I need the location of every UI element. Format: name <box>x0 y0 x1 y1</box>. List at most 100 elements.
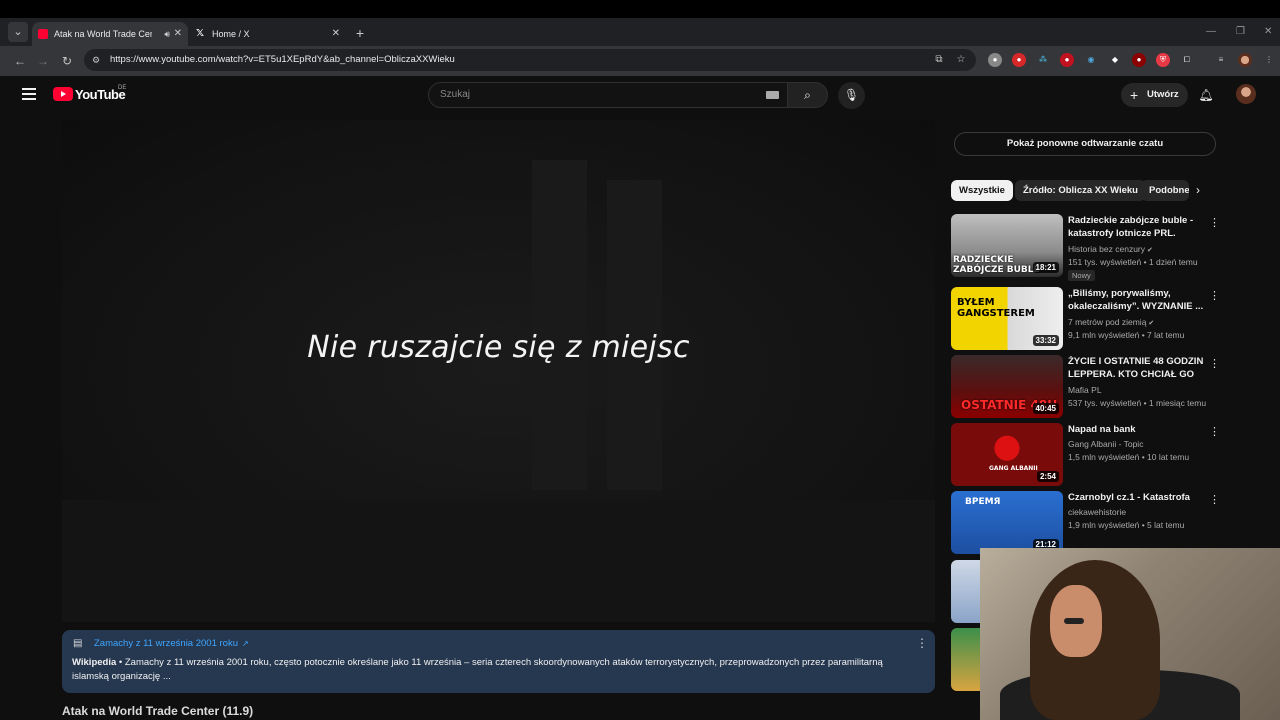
video-stats: 1,9 mln wyświetleń • 5 lat temu <box>1068 520 1185 530</box>
channel-name[interactable]: 7 metrów pod ziemią ✔ <box>1068 317 1154 327</box>
video-thumbnail[interactable] <box>951 560 981 623</box>
video-title[interactable]: Radzieckie zabójcze buble - katastrofy l… <box>1068 214 1204 240</box>
background-silhouette <box>62 500 935 622</box>
background-silhouette <box>532 160 587 490</box>
info-card-link[interactable]: Zamachy z 11 września 2001 roku ↗ <box>94 638 249 649</box>
video-thumbnail[interactable]: ВРЕМЯ 21:12 <box>951 491 1063 554</box>
list-item[interactable]: ВРЕМЯ 21:12 Czarnobyl cz.1 - Katastrofa … <box>951 491 1221 555</box>
extension-icon[interactable]: ● <box>1132 53 1146 67</box>
bookmark-star-icon[interactable]: ☆ <box>954 53 968 67</box>
video-thumbnail[interactable] <box>951 628 981 691</box>
search-icon: ⌕ <box>804 88 811 102</box>
list-item[interactable]: RADZIECKIE ZABÓJCZE BUBLE 18:21 Radzieck… <box>951 214 1221 281</box>
new-tab-icon[interactable]: + <box>352 24 368 42</box>
verified-icon: ✔ <box>1148 320 1155 327</box>
new-badge: Nowy <box>1068 270 1095 281</box>
search-button[interactable]: ⌕ <box>788 82 828 108</box>
close-tab-icon[interactable]: ✕ <box>174 22 182 46</box>
restore-icon[interactable]: ❐ <box>1236 26 1245 37</box>
duration-badge: 18:21 <box>1032 262 1059 273</box>
minimize-icon[interactable]: — <box>1206 26 1216 37</box>
shield-icon[interactable]: ⛨ <box>1156 53 1170 67</box>
chip-all[interactable]: Wszystkie <box>951 180 1013 201</box>
chip-similar[interactable]: Podobne <box>1141 180 1189 201</box>
video-player[interactable] <box>62 120 935 622</box>
extension-icon[interactable]: ◆ <box>1108 53 1122 67</box>
close-tab-icon[interactable]: ✕ <box>332 22 340 46</box>
extension-icon[interactable]: ● <box>988 53 1002 67</box>
thumbnail-caption: GANG ALBANII <box>989 465 1038 472</box>
list-item[interactable]: GANG ALBANII 2:54 Napad na bank Gang Alb… <box>951 423 1221 487</box>
browser-menu-icon[interactable]: ⋮ <box>1262 53 1276 67</box>
channel-name[interactable]: Mafia PL <box>1068 385 1102 395</box>
channel-name[interactable]: Gang Albanii - Topic <box>1068 439 1143 449</box>
channel-label[interactable]: 7 metrów pod ziemią <box>1068 317 1146 327</box>
back-icon[interactable]: ← <box>11 52 29 70</box>
more-options-icon[interactable]: ⋮ <box>916 636 928 650</box>
video-title[interactable]: Czarnobyl cz.1 - Katastrofa <box>1068 491 1204 504</box>
youtube-logo-icon[interactable] <box>53 87 73 101</box>
article-icon: ▤ <box>73 638 83 649</box>
more-options-icon[interactable]: ⋮ <box>1209 289 1220 302</box>
channel-label[interactable]: Historia bez cenzury <box>1068 244 1145 254</box>
profile-icon[interactable] <box>1238 53 1252 67</box>
duration-badge: 2:54 <box>1036 471 1059 482</box>
url-text[interactable]: https://www.youtube.com/watch?v=ET5u1XEp… <box>110 52 455 68</box>
list-item[interactable]: BYŁEM GANGSTEREM 33:32 „Biliśmy, porywal… <box>951 287 1221 351</box>
show-chat-replay-button[interactable]: Pokaż ponowne odtwarzanie czatu <box>954 132 1216 156</box>
extension-icon[interactable]: ● <box>1012 53 1026 67</box>
tab-search-icon[interactable]: ⌄ <box>8 22 28 42</box>
info-link-text[interactable]: Zamachy z 11 września 2001 roku <box>94 638 238 649</box>
reload-icon[interactable]: ↻ <box>58 52 76 70</box>
video-title[interactable]: Napad na bank <box>1068 423 1204 436</box>
extension-icon[interactable]: ● <box>1060 53 1074 67</box>
notifications-bell-icon[interactable]: 🔔︎ <box>1197 86 1215 104</box>
video-title[interactable]: „Biliśmy, porywaliśmy, okaleczaliśmy”. W… <box>1068 287 1204 313</box>
install-app-icon[interactable]: ⧉ <box>932 53 946 67</box>
create-button[interactable]: + Utwórz <box>1121 83 1188 107</box>
tab-title: Home / X <box>212 29 250 39</box>
site-info-icon[interactable]: ⚙ <box>92 54 104 66</box>
video-stats: 1,5 mln wyświetleń • 10 lat temu <box>1068 452 1190 462</box>
avatar[interactable] <box>1236 84 1256 104</box>
guide-menu-icon[interactable] <box>22 88 36 100</box>
video-title: Atak na World Trade Center (11.9) <box>62 704 254 718</box>
video-thumbnail[interactable]: BYŁEM GANGSTEREM 33:32 <box>951 287 1063 350</box>
chevron-right-icon[interactable]: › <box>1196 183 1200 197</box>
video-thumbnail[interactable]: OSTATNIE 48H 40:45 <box>951 355 1063 418</box>
video-thumbnail[interactable]: GANG ALBANII 2:54 <box>951 423 1063 486</box>
verified-icon: ✔ <box>1147 247 1153 254</box>
video-title[interactable]: ŻYCIE I OSTATNIE 48 GODZIN LEPPERA. KTO … <box>1068 355 1204 381</box>
chip-source[interactable]: Źródło: Oblicza XX Wieku <box>1015 180 1146 201</box>
x-favicon-icon: 𝕏 <box>196 28 205 39</box>
tab-youtube[interactable]: Atak na World Trade Center 🔊︎ ✕ <box>32 22 188 46</box>
youtube-favicon-icon <box>38 29 48 39</box>
voice-search-button[interactable]: 🎙︎ <box>838 82 865 109</box>
search-placeholder: Szukaj <box>440 89 471 100</box>
tab-title: Atak na World Trade Center <box>54 29 152 39</box>
video-thumbnail[interactable]: RADZIECKIE ZABÓJCZE BUBLE 18:21 <box>951 214 1063 277</box>
video-stats: 151 tys. wyświetleń • 1 dzień temu <box>1068 257 1198 267</box>
microphone-icon: 🎙︎ <box>843 88 860 102</box>
puzzle-icon[interactable]: ⧠ <box>1180 53 1194 67</box>
speaker-icon[interactable]: 🔊︎ <box>164 22 170 46</box>
thumbnail-caption: BYŁEM GANGSTEREM <box>957 297 1035 319</box>
close-window-icon[interactable]: ✕ <box>1264 26 1272 37</box>
extension-icon[interactable]: ⁂ <box>1036 53 1050 67</box>
tab-x-home[interactable]: 𝕏 Home / X ✕ <box>190 22 346 46</box>
channel-name[interactable]: Historia bez cenzury ✔ <box>1068 244 1153 254</box>
keyboard-icon[interactable] <box>766 91 779 99</box>
more-options-icon[interactable]: ⋮ <box>1209 425 1220 438</box>
info-card-text: Wikipedia • Zamachy z 11 września 2001 r… <box>72 656 922 684</box>
search-input[interactable] <box>428 82 788 108</box>
list-item[interactable]: OSTATNIE 48H 40:45 ŻYCIE I OSTATNIE 48 G… <box>951 355 1221 419</box>
external-link-icon: ↗ <box>241 639 249 648</box>
more-options-icon[interactable]: ⋮ <box>1209 216 1220 229</box>
channel-name[interactable]: ciekawehistorie <box>1068 507 1126 517</box>
forward-icon[interactable]: → <box>34 52 52 70</box>
more-options-icon[interactable]: ⋮ <box>1209 493 1220 506</box>
extension-icon[interactable]: ◉ <box>1084 53 1098 67</box>
media-controls-icon[interactable]: ≡ <box>1214 53 1228 67</box>
region-code: DE <box>118 85 127 91</box>
more-options-icon[interactable]: ⋮ <box>1209 357 1220 370</box>
